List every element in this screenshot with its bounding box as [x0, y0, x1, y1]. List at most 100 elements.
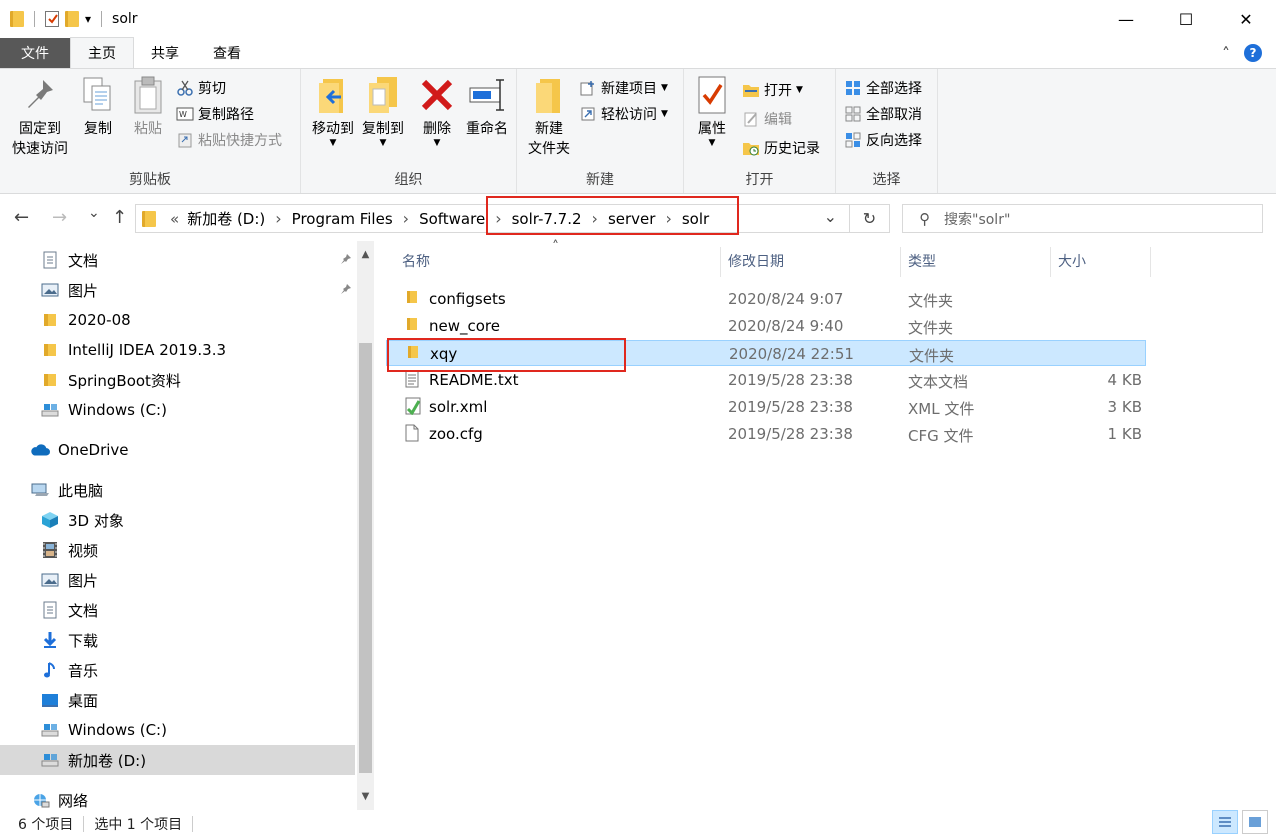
back-button[interactable]: ← — [14, 207, 29, 228]
file-row[interactable]: new_core 2020/8/24 9:40 文件夹 — [386, 313, 1146, 339]
large-icons-view-button[interactable] — [1242, 810, 1268, 834]
copy-button[interactable]: 复制 — [76, 75, 120, 139]
file-modified: 2019/5/28 23:38 — [728, 371, 853, 389]
file-row[interactable]: solr.xml 2019/5/28 23:38 XML 文件 3 KB — [386, 394, 1146, 420]
window-controls: — ☐ ✕ — [1096, 0, 1276, 38]
sidebar-item[interactable]: 图片 — [40, 275, 355, 305]
cut-button[interactable]: 剪切 — [176, 78, 226, 98]
history-button[interactable]: 历史记录 — [742, 138, 820, 158]
column-header-modified[interactable]: 修改日期 — [728, 241, 784, 281]
sidebar-item[interactable]: 此电脑 — [30, 475, 103, 505]
sidebar-item[interactable]: 视频 — [40, 535, 98, 565]
file-row[interactable]: configsets 2020/8/24 9:07 文件夹 — [386, 286, 1146, 312]
delete-button[interactable]: 删除 ▼ — [417, 75, 457, 148]
new-folder-icon[interactable] — [65, 11, 79, 27]
scroll-thumb[interactable] — [359, 343, 372, 773]
maximize-button[interactable]: ☐ — [1156, 0, 1216, 38]
invert-selection-button[interactable]: 反向选择 — [844, 130, 922, 150]
open-button[interactable]: 打开 ▼ — [742, 80, 803, 100]
breadcrumb-item[interactable]: Program Files — [292, 210, 393, 228]
select-all-button[interactable]: 全部选择 — [844, 78, 922, 98]
sidebar-item[interactable]: 文档 — [40, 595, 98, 625]
sidebar-scrollbar[interactable]: ▲ ▼ — [357, 241, 374, 810]
file-name: solr.xml — [429, 398, 488, 416]
refresh-button[interactable]: ↻ — [850, 204, 890, 233]
rename-button[interactable]: 重命名 — [463, 75, 511, 139]
breadcrumb-item[interactable]: Software — [419, 210, 485, 228]
recent-locations-button[interactable]: ⌄ — [88, 205, 100, 221]
address-dropdown-icon[interactable]: ⌄ — [824, 207, 837, 226]
tab-view[interactable]: 查看 — [196, 38, 258, 68]
edit-button[interactable]: 编辑 — [742, 109, 792, 129]
breadcrumb-chevron-icon[interactable]: › — [403, 209, 409, 228]
sidebar-item[interactable]: IntelliJ IDEA 2019.3.3 — [40, 335, 226, 365]
move-to-button[interactable]: 移动到 ▼ — [305, 75, 361, 148]
file-row[interactable]: zoo.cfg 2019/5/28 23:38 CFG 文件 1 KB — [386, 421, 1146, 447]
collapse-ribbon-icon[interactable]: ˄ — [1222, 44, 1230, 63]
breadcrumb-overflow[interactable]: « — [170, 210, 179, 228]
sidebar-item[interactable]: 2020-08 — [40, 305, 131, 335]
open-icon — [742, 81, 760, 99]
svg-text:W: W — [179, 110, 187, 119]
forward-button[interactable]: → — [52, 207, 67, 228]
delete-icon — [417, 75, 457, 115]
sidebar-item[interactable]: 下载 — [40, 625, 98, 655]
details-view-button[interactable] — [1212, 810, 1238, 834]
paste-button[interactable]: 粘贴 — [126, 75, 170, 139]
ribbon-tabs: 文件 主页 共享 查看 ˄ ? — [0, 37, 1276, 68]
up-button[interactable]: ↑ — [112, 207, 127, 228]
sidebar-item[interactable]: Windows (C:) — [40, 395, 167, 425]
sidebar-item-label: 视频 — [68, 541, 99, 560]
properties-button[interactable]: 属性 ▼ — [692, 75, 732, 148]
pin-quick-access-button[interactable]: 固定到 快速访问 — [8, 75, 72, 159]
scroll-down-button[interactable]: ▼ — [357, 787, 374, 805]
select-none-button[interactable]: 全部取消 — [844, 104, 922, 124]
sidebar-item[interactable]: 图片 — [40, 565, 98, 595]
qat-dropdown-icon[interactable]: ▾ — [85, 12, 91, 26]
sidebar-item[interactable]: Windows (C:) — [40, 715, 167, 745]
sidebar-item[interactable]: 新加卷 (D:) — [0, 745, 355, 775]
column-header-type[interactable]: 类型 — [908, 241, 936, 281]
rename-label: 重命名 — [466, 121, 508, 137]
column-divider[interactable] — [720, 247, 721, 277]
properties-icon[interactable] — [45, 11, 59, 27]
breadcrumb-chevron-icon[interactable]: › — [275, 209, 281, 228]
copy-to-button[interactable]: 复制到 ▼ — [355, 75, 411, 148]
column-divider[interactable] — [1150, 247, 1151, 277]
paste-shortcut-button[interactable]: 粘贴快捷方式 — [176, 130, 282, 150]
help-icon[interactable]: ? — [1244, 44, 1262, 62]
cloud-icon — [30, 443, 50, 457]
sidebar-item-label: 图片 — [68, 571, 99, 590]
drive-icon — [40, 752, 60, 768]
copy-path-button[interactable]: W 复制路径 — [176, 104, 254, 124]
tab-home[interactable]: 主页 — [70, 37, 134, 68]
new-item-button[interactable]: 新建项目 ▼ — [579, 78, 668, 98]
file-name: new_core — [429, 317, 500, 335]
sidebar-item[interactable]: SpringBoot资料 — [40, 365, 181, 395]
file-icon — [404, 424, 420, 446]
tab-file[interactable]: 文件 — [0, 38, 70, 68]
easy-access-button[interactable]: 轻松访问 ▼ — [579, 104, 668, 124]
folder-icon — [40, 312, 60, 328]
sidebar-item[interactable]: OneDrive — [30, 435, 129, 465]
move-to-dropdown-icon: ▼ — [329, 138, 337, 148]
tab-share[interactable]: 共享 — [134, 38, 196, 68]
sidebar-item[interactable]: 3D 对象 — [40, 505, 124, 535]
scroll-up-button[interactable]: ▲ — [357, 245, 374, 263]
sidebar-item[interactable]: 桌面 — [40, 685, 98, 715]
new-folder-button[interactable]: 新建 文件夹 — [523, 75, 575, 159]
drive-icon — [40, 722, 60, 738]
breadcrumb-item[interactable]: 新加卷 (D:) — [187, 208, 265, 229]
search-input[interactable]: ⚲ 搜索"solr" — [902, 204, 1263, 233]
sidebar-item[interactable]: 音乐 — [40, 655, 98, 685]
clipboard-group-label: 剪贴板 — [129, 172, 171, 188]
sidebar-item[interactable]: 文档 — [40, 245, 355, 275]
column-divider[interactable] — [1050, 247, 1051, 277]
column-header-name[interactable]: 名称 — [402, 241, 430, 281]
large-icons-view-icon — [1249, 817, 1261, 827]
file-type: 文件夹 — [908, 319, 954, 337]
column-header-size[interactable]: 大小 — [1058, 241, 1086, 281]
minimize-button[interactable]: — — [1096, 0, 1156, 38]
close-button[interactable]: ✕ — [1216, 0, 1276, 38]
column-divider[interactable] — [900, 247, 901, 277]
